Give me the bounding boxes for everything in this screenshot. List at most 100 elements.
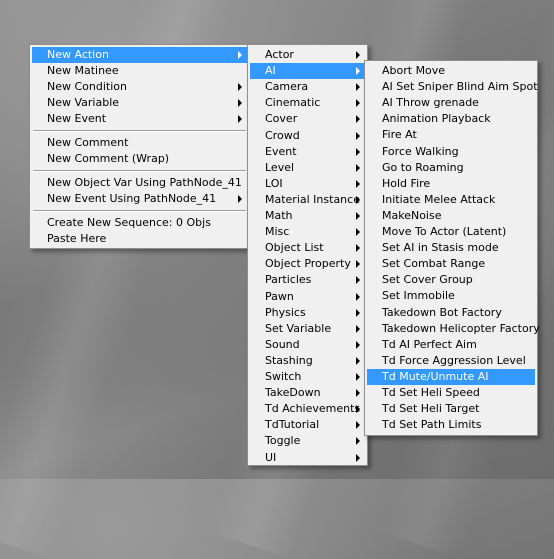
menu-item-new-comment-wrap[interactable]: New Comment (Wrap) (32, 151, 247, 167)
ai-action-abort-move[interactable]: Abort Move (367, 63, 535, 79)
ai-action-td-set-heli-speed[interactable]: Td Set Heli Speed (367, 385, 535, 401)
action-category-math[interactable]: Math (250, 208, 365, 224)
action-category-tdtutorial[interactable]: TdTutorial (250, 417, 365, 433)
action-category-cover[interactable]: Cover (250, 111, 365, 127)
menu-item-label: Create New Sequence: 0 Objs (47, 216, 211, 229)
action-category-sound[interactable]: Sound (250, 337, 365, 353)
ai-action-set-ai-in-stasis-mode[interactable]: Set AI in Stasis mode (367, 240, 535, 256)
action-category-level[interactable]: Level (250, 160, 365, 176)
action-category-object-property[interactable]: Object Property (250, 256, 365, 272)
submenu-arrow-icon (356, 308, 360, 317)
menu-item-label: Set AI in Stasis mode (382, 241, 499, 255)
ai-action-td-set-path-limits[interactable]: Td Set Path Limits (367, 417, 535, 433)
submenu-arrow-icon (238, 51, 242, 59)
menu-item-label: Actor (265, 48, 294, 61)
menu-item-label: Stashing (265, 353, 313, 367)
ai-action-fire-at[interactable]: Fire At (367, 127, 535, 143)
ai-action-hold-fire[interactable]: Hold Fire (367, 176, 535, 192)
menu-separator (33, 170, 246, 172)
menu-item-new-event-using-pathnode-41[interactable]: New Event Using PathNode_41 (32, 191, 247, 207)
ai-action-makenoise[interactable]: MakeNoise (367, 208, 535, 224)
menu-item-label: AI (265, 64, 276, 78)
action-category-loi[interactable]: LOI (250, 176, 365, 192)
ai-action-go-to-roaming[interactable]: Go to Roaming (367, 160, 535, 176)
submenu-arrow-icon (238, 195, 242, 203)
submenu-arrow-icon (356, 115, 360, 124)
action-category-td-achievements[interactable]: Td Achievements (250, 401, 365, 417)
action-category-set-variable[interactable]: Set Variable (250, 321, 365, 337)
menu-item-label: Abort Move (382, 64, 446, 77)
menu-item-label: New Event (47, 112, 107, 125)
ai-action-td-force-aggression-level[interactable]: Td Force Aggression Level (367, 353, 535, 369)
menu-item-new-object-var-using-pathnode-41[interactable]: New Object Var Using PathNode_41 (32, 175, 247, 191)
submenu-arrow-icon (238, 99, 242, 107)
menu-item-new-matinee[interactable]: New Matinee (32, 63, 247, 79)
menu-item-label: Takedown Bot Factory (382, 305, 502, 319)
new-action-submenu: Actor AI Camera Cinematic Cover Crowd Event Lev… (247, 44, 368, 466)
menu-item-label: Td Force Aggression Level (382, 353, 526, 367)
menu-item-label: LOI (265, 176, 283, 190)
action-category-ui[interactable]: UI (250, 450, 365, 466)
action-category-switch[interactable]: Switch (250, 369, 365, 385)
submenu-arrow-icon (356, 244, 360, 253)
ai-action-animation-playback[interactable]: Animation Playback (367, 111, 535, 127)
ai-action-set-cover-group[interactable]: Set Cover Group (367, 272, 535, 288)
action-category-stashing[interactable]: Stashing (250, 353, 365, 369)
action-category-takedown[interactable]: TakeDown (250, 385, 365, 401)
action-category-material-instance[interactable]: Material Instance (250, 192, 365, 208)
menu-item-label: New Action (47, 48, 109, 61)
menu-item-new-variable[interactable]: New Variable (32, 95, 247, 111)
menu-item-label: Set Immobile (382, 289, 455, 303)
ai-action-set-immobile[interactable]: Set Immobile (367, 288, 535, 304)
menu-item-paste-here[interactable]: Paste Here (32, 231, 247, 247)
menu-item-label: Takedown Helicopter Factory (382, 321, 540, 335)
action-category-actor[interactable]: Actor (250, 47, 365, 63)
action-category-crowd[interactable]: Crowd (250, 128, 365, 144)
submenu-arrow-icon (356, 228, 360, 237)
menu-item-new-condition[interactable]: New Condition (32, 79, 247, 95)
action-category-object-list[interactable]: Object List (250, 240, 365, 256)
menu-item-label: Td Achievements (265, 402, 361, 416)
action-category-ai[interactable]: AI (250, 63, 365, 80)
menu-item-label: New Matinee (47, 64, 119, 77)
menu-item-label: Camera (265, 80, 309, 94)
menu-item-label: Set Cover Group (382, 273, 473, 287)
submenu-arrow-icon (356, 389, 360, 398)
submenu-arrow-icon (356, 195, 360, 204)
menu-item-label: Crowd (265, 128, 300, 142)
menu-item-label: Material Instance (265, 192, 360, 206)
ai-action-td-mute-unmute-ai[interactable]: Td Mute/Unmute AI (367, 368, 535, 385)
ai-action-ai-throw-grenade[interactable]: AI Throw grenade (367, 95, 535, 111)
action-category-event[interactable]: Event (250, 144, 365, 160)
menu-item-label: Sound (265, 337, 300, 351)
ai-action-takedown-helicopter-factory[interactable]: Takedown Helicopter Factory (367, 321, 540, 337)
menu-item-label: New Condition (47, 80, 127, 93)
action-category-misc[interactable]: Misc (250, 224, 365, 240)
action-category-pawn[interactable]: Pawn (250, 289, 365, 305)
menu-item-new-event[interactable]: New Event (32, 111, 247, 127)
ai-action-td-ai-perfect-aim[interactable]: Td AI Perfect Aim (367, 337, 535, 353)
menu-item-label: Switch (265, 370, 302, 383)
ai-action-move-to-actor-latent[interactable]: Move To Actor (Latent) (367, 224, 535, 240)
menu-item-new-action[interactable]: New Action (32, 47, 247, 63)
ai-action-takedown-bot-factory[interactable]: Takedown Bot Factory (367, 305, 535, 321)
menu-item-label: Particles (265, 273, 312, 287)
action-category-particles[interactable]: Particles (250, 272, 365, 288)
submenu-arrow-icon (356, 437, 360, 446)
menu-item-label: Set Variable (265, 321, 332, 335)
ai-action-set-combat-range[interactable]: Set Combat Range (367, 256, 535, 272)
action-category-camera[interactable]: Camera (250, 79, 365, 95)
menu-item-create-new-sequence-0-objs[interactable]: Create New Sequence: 0 Objs (32, 215, 247, 231)
menu-item-label: New Comment (Wrap) (47, 152, 170, 165)
menu-item-new-comment[interactable]: New Comment (32, 135, 247, 151)
ai-action-force-walking[interactable]: Force Walking (367, 144, 535, 160)
action-category-physics[interactable]: Physics (250, 305, 365, 321)
ai-action-ai-set-sniper-blind-aim-spot[interactable]: AI Set Sniper Blind Aim Spot (367, 79, 538, 95)
action-category-cinematic[interactable]: Cinematic (250, 95, 365, 111)
action-category-toggle[interactable]: Toggle (250, 433, 365, 449)
menu-item-label: Td Set Heli Target (382, 402, 480, 416)
ai-action-initiate-melee-attack[interactable]: Initiate Melee Attack (367, 192, 535, 208)
menu-item-label: Paste Here (47, 232, 107, 245)
ai-action-td-set-heli-target[interactable]: Td Set Heli Target (367, 401, 535, 417)
submenu-arrow-icon (356, 324, 360, 333)
